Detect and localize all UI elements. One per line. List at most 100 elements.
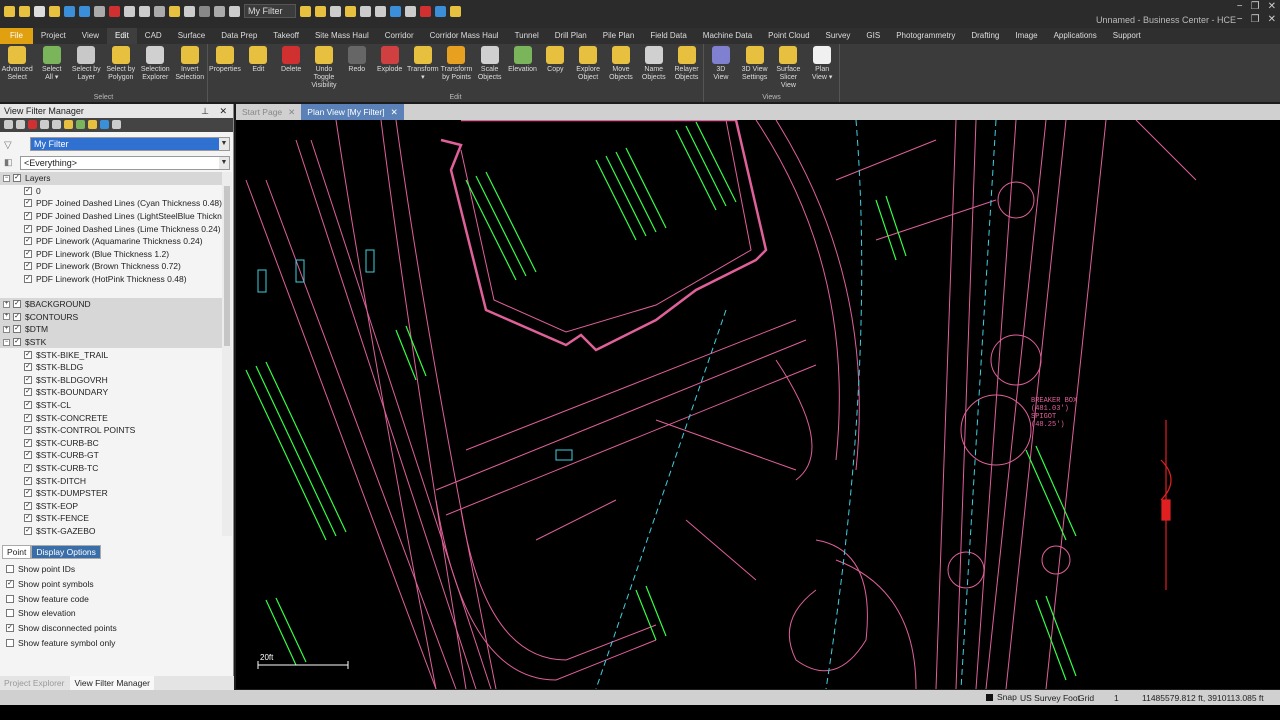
minimize-icon[interactable]: − xyxy=(1237,1,1243,12)
tab-image[interactable]: Image xyxy=(1007,28,1045,44)
layer-checkbox[interactable]: ✓ xyxy=(24,438,32,447)
layer-checkbox[interactable]: ✓ xyxy=(24,463,32,472)
tab-applications[interactable]: Applications xyxy=(1046,28,1105,44)
layer-checkbox[interactable]: ✓ xyxy=(13,325,21,334)
redo-icon[interactable] xyxy=(79,5,90,17)
refresh-icon[interactable] xyxy=(94,5,105,17)
tree-group[interactable]: + ✓ $DTM xyxy=(0,323,222,336)
layer-checkbox[interactable]: ✓ xyxy=(24,526,32,535)
undo-toggle-visibility-button[interactable]: Undo Toggle Visibility xyxy=(309,46,340,90)
layer-checkbox[interactable]: ✓ xyxy=(24,489,32,498)
layer-checkbox[interactable]: ✓ xyxy=(24,426,32,435)
measure-icon[interactable] xyxy=(229,5,240,17)
open-icon[interactable] xyxy=(19,5,30,17)
filter-select[interactable]: My Filter ▼ xyxy=(30,137,230,151)
tab-site-mass-haul[interactable]: Site Mass Haul xyxy=(307,28,377,44)
scrollbar-thumb[interactable] xyxy=(224,186,230,346)
copy-button[interactable]: Copy xyxy=(540,46,571,74)
tab-pile-plan[interactable]: Pile Plan xyxy=(595,28,643,44)
save-icon[interactable] xyxy=(34,5,45,17)
layer-checkbox[interactable]: ✓ xyxy=(13,338,21,347)
filter-edit-icon[interactable] xyxy=(315,5,326,17)
tree-item[interactable]: ✓ PDF Joined Dashed Lines (LightSteelBlue… xyxy=(0,210,222,223)
tree-item[interactable]: ✓ $STK-DUMPSTER xyxy=(0,487,222,500)
tree-item[interactable]: ✓ $STK-CURB-BC xyxy=(0,436,222,449)
scale-objects-button[interactable]: Scale Objects xyxy=(474,46,505,82)
layer-checkbox[interactable]: ✓ xyxy=(24,363,32,372)
layer-checkbox[interactable]: ✓ xyxy=(24,224,32,233)
tree-item[interactable]: ✓ $STK-BLDG xyxy=(0,361,222,374)
plan-view-button[interactable]: Plan View ▾ xyxy=(806,46,838,82)
zoom-icon[interactable] xyxy=(124,5,135,17)
tab-field-data[interactable]: Field Data xyxy=(642,28,694,44)
move-objects-button[interactable]: Move Objects xyxy=(606,46,637,82)
customize-icon[interactable] xyxy=(450,5,461,17)
tree-item[interactable]: ✓ $STK-GAZEBO xyxy=(0,525,222,536)
folder-icon[interactable] xyxy=(49,5,60,17)
tree-item[interactable]: ✓ PDF Linework (Blue Thickness 1.2) xyxy=(0,248,222,261)
layer-checkbox[interactable]: ✓ xyxy=(24,400,32,409)
layer-checkbox[interactable]: ✓ xyxy=(24,451,32,460)
filter-icon[interactable] xyxy=(300,5,311,17)
tab-data-prep[interactable]: Data Prep xyxy=(213,28,265,44)
tree-item[interactable]: ✓ PDF Linework (Brown Thickness 0.72) xyxy=(0,260,222,273)
tab-survey[interactable]: Survey xyxy=(818,28,859,44)
delete-button[interactable]: Delete xyxy=(276,46,307,74)
help-icon[interactable] xyxy=(435,5,446,17)
layer-checkbox[interactable]: ✓ xyxy=(13,174,21,183)
tab-gis[interactable]: GIS xyxy=(858,28,888,44)
layer-checkbox[interactable]: ✓ xyxy=(24,501,32,510)
doc-restore-icon[interactable]: ❐ xyxy=(1251,14,1260,25)
tab-drill-plan[interactable]: Drill Plan xyxy=(547,28,595,44)
delete-filter-icon[interactable] xyxy=(28,120,37,129)
layer-checkbox[interactable]: ✓ xyxy=(13,300,21,309)
tree-item[interactable]: ✓ $STK-FENCE xyxy=(0,512,222,525)
tab-file[interactable]: File xyxy=(0,28,33,44)
tab-project-explorer[interactable]: Project Explorer xyxy=(0,676,68,690)
3d-view-button[interactable]: 3D View xyxy=(705,46,737,82)
tree-item[interactable]: ✓ $STK-BIKE_TRAIL xyxy=(0,348,222,361)
layer-checkbox[interactable]: ✓ xyxy=(24,275,32,284)
option-checkbox[interactable] xyxy=(6,594,14,603)
option-checkbox[interactable] xyxy=(6,638,14,647)
expand-icon[interactable]: + xyxy=(3,313,10,321)
tree-item[interactable]: ✓ PDF Linework (Aquamarine Thickness 0.24… xyxy=(0,235,222,248)
show-feature-code-option[interactable]: Show feature code xyxy=(0,591,232,606)
tree-item[interactable]: ✓ $STK-DITCH xyxy=(0,474,222,487)
select-all-button[interactable]: Select All ▾ xyxy=(36,46,69,82)
edit-button[interactable]: Edit xyxy=(243,46,274,74)
tab-corridor[interactable]: Corridor xyxy=(377,28,422,44)
tree-item[interactable]: ✓ $STK-CONCRETE xyxy=(0,411,222,424)
invert-selection-button[interactable]: Invert Selection xyxy=(174,46,207,82)
layer-checkbox[interactable]: ✓ xyxy=(24,262,32,271)
tree-item[interactable]: ✓ PDF Joined Dashed Lines (Cyan Thickness… xyxy=(0,197,222,210)
text-icon[interactable] xyxy=(405,5,416,17)
doc-minimize-icon[interactable]: − xyxy=(1237,14,1243,25)
expand-icon[interactable]: + xyxy=(3,300,10,308)
restore-icon[interactable]: ❐ xyxy=(1251,1,1260,12)
undo-icon[interactable] xyxy=(64,5,75,17)
3d-view-settings-button[interactable]: 3D View Settings xyxy=(739,46,771,82)
tab-surface[interactable]: Surface xyxy=(170,28,214,44)
name-objects-button[interactable]: Name Objects xyxy=(638,46,669,82)
settings-icon[interactable] xyxy=(199,5,210,17)
tab-machine-data[interactable]: Machine Data xyxy=(695,28,760,44)
tab-takeoff[interactable]: Takeoff xyxy=(265,28,307,44)
select-icon[interactable] xyxy=(154,5,165,17)
collapse-icon[interactable]: − xyxy=(3,338,10,346)
tab-view[interactable]: View xyxy=(74,28,107,44)
doc-tab-plan-view-my-filter[interactable]: Plan View [My Filter] ✕ xyxy=(301,104,404,120)
tree-group[interactable]: + ✓ $CONTOURS xyxy=(0,310,222,324)
layer-checkbox[interactable]: ✓ xyxy=(13,312,21,321)
tab-project[interactable]: Project xyxy=(33,28,74,44)
layer-checkbox[interactable]: ✓ xyxy=(24,199,32,208)
advanced-select-button[interactable]: Advanced Select xyxy=(1,46,34,82)
close-icon[interactable]: ✕ xyxy=(1268,1,1276,12)
new-filter-icon[interactable] xyxy=(4,120,13,129)
tree-scrollbar[interactable] xyxy=(222,172,232,536)
selection-explorer-button[interactable]: Selection Explorer xyxy=(139,46,172,82)
print-icon[interactable] xyxy=(214,5,225,17)
show-elevation-option[interactable]: Show elevation xyxy=(0,606,232,621)
tree-item[interactable]: ✓ $STK-CL xyxy=(0,399,222,412)
properties-icon[interactable] xyxy=(184,5,195,17)
